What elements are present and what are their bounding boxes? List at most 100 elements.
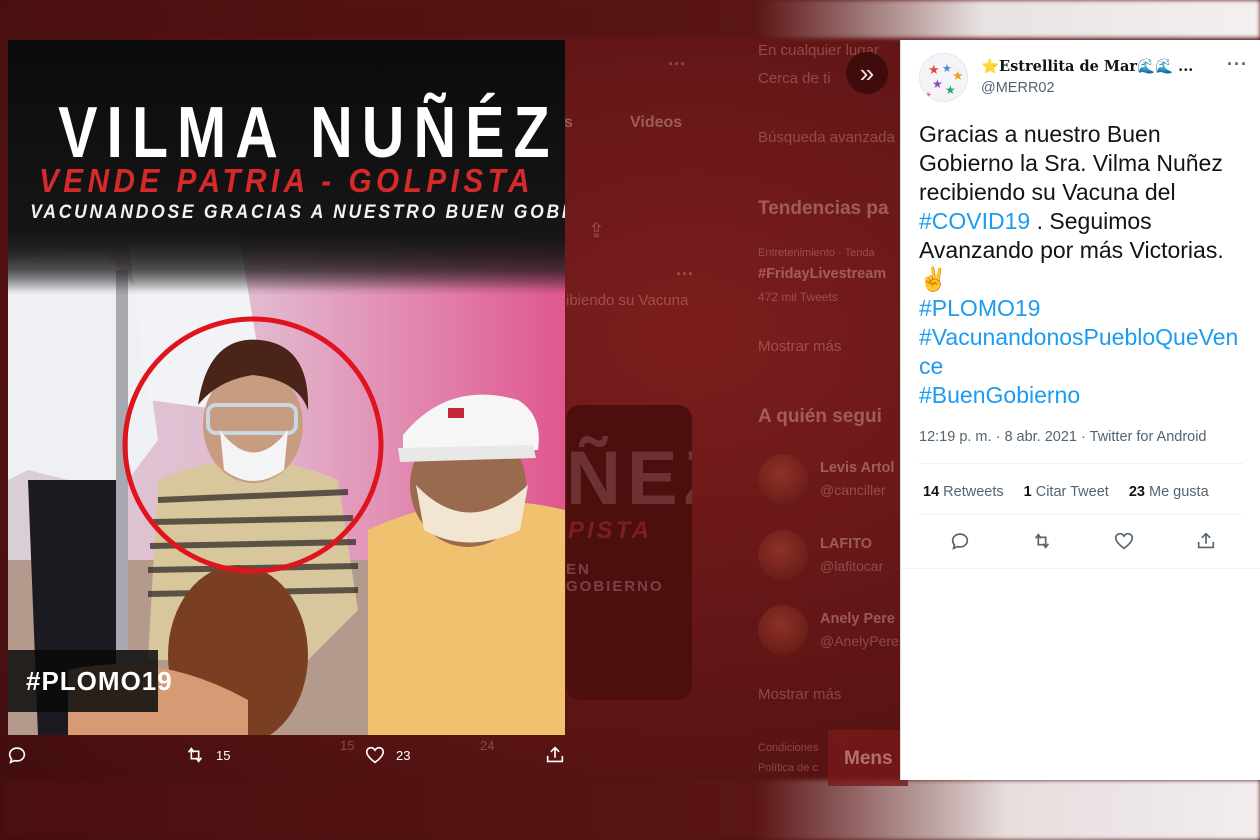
trends-title: Tendencias pa [758,198,889,219]
divider [901,568,1260,569]
tweet-source[interactable]: Twitter for Android [1090,429,1207,445]
likes-stat[interactable]: 23 Me gusta [1129,484,1209,500]
author-display-name[interactable]: ⭐Estrellita de Mar🌊🌊 ... [981,58,1211,75]
retweets-stat[interactable]: 14 Retweets [923,484,1004,500]
heart-icon [1114,532,1134,550]
tab-ghost[interactable]: s [564,114,573,132]
ghost-poster-line-3: EN GOBIERNO [566,561,664,595]
follow-name-1[interactable]: Levis Artol [820,460,894,476]
more-options-icon[interactable]: ··· [1227,54,1248,75]
tweet-action-bar [901,530,1260,560]
more-icon-ghost: ··· [668,54,686,74]
retweet-button[interactable] [1031,530,1055,554]
victory-hand-emoji: ✌ [919,266,948,292]
svg-text:★: ★ [945,83,956,97]
who-to-follow-title: A quién segui [758,406,882,427]
heart-icon [365,746,385,764]
divider [919,514,1243,515]
share-icon [1197,532,1215,549]
author-handle[interactable]: @MERR02 [981,80,1055,96]
show-more-trends[interactable]: Mostrar más [758,338,841,355]
quotes-stat[interactable]: 1 Citar Tweet [1024,484,1109,500]
ghost-poster-line-2: PISTA [568,517,652,544]
tweet-body: Gracias a nuestro Buen Gobierno la Sra. … [919,120,1251,410]
svg-text:★: ★ [932,77,943,91]
trend-count: 472 mil Tweets [758,290,838,304]
poster-subtitle: VENDE PATRIA - GOLPISTA [38,162,535,199]
tweet-time[interactable]: 12:19 p. m. [919,429,992,445]
background-poster-thumbnail: ÑEZ PISTA EN GOBIERNO [566,405,692,700]
share-icon [546,746,564,763]
double-chevron-right-icon: » [859,58,875,88]
likes-label: Me gusta [1148,484,1209,500]
tab-videos[interactable]: Videos [630,114,682,132]
likes-count: 23 [1128,484,1145,500]
poster-caption: VACUNANDOSE GRACIAS A NUESTRO BUEN GOBIE… [30,202,565,223]
reply-icon [951,533,969,550]
tweet-text-fragment: . Seguimos [1030,208,1152,234]
quotes-count: 1 [1023,484,1032,500]
tweet-text-line: Avanzando por más Victorias. [919,237,1224,263]
hashtag-buengobierno[interactable]: #BuenGobierno [919,381,1251,410]
hashtag-vacunandonos[interactable]: #VacunandonosPuebloQueVen [919,323,1251,352]
tweet-text-line: Gracias a nuestro Buen [919,121,1161,147]
follow-avatar-2[interactable] [758,530,808,580]
quotes-label: Citar Tweet [1035,484,1109,500]
reply-icon [8,747,26,764]
starfish-avatar-image: ★ ★ ★ ★ ★ ★ [920,54,967,101]
media-reply-button[interactable] [6,744,38,766]
explore-link-nearby[interactable]: Cerca de ti [758,70,831,87]
media-like-count: 23 [396,747,411,763]
tweet-date[interactable]: 8 abr. 2021 [1004,429,1077,445]
divider [919,463,1243,464]
follow-handle-2: @lafitocar [820,558,884,574]
retweet-icon [1034,533,1050,549]
media-like-button[interactable]: 23 [364,744,410,766]
show-more-follow[interactable]: Mostrar más [758,686,841,703]
media-action-bar: 15 23 [0,744,570,780]
media-retweet-count: 15 [216,747,231,763]
background-snippet: ibiendo su Vacuna [566,292,689,309]
trend-meta: Entretenimiento · Tenda [758,247,875,259]
retweets-count: 14 [923,484,940,500]
follow-name-3[interactable]: Anely Pere [820,611,895,627]
retweet-icon [187,747,203,763]
next-image-button[interactable]: » [846,52,888,94]
poster-hashtag-badge: #PLOMO19 [8,650,172,712]
trend-tag[interactable]: #FridayLivestream [758,266,886,282]
tweet-text-line: #COVID19 . Seguimos [919,207,1251,236]
tweet-stats: 14 Retweets 1 Citar Tweet 23 Me gusta [923,484,1209,500]
svg-text:★: ★ [924,90,932,100]
media-share-button[interactable] [544,744,566,766]
hashtag-vacunandonos-wrap[interactable]: ce [919,352,1251,381]
explore-link-advanced-search[interactable]: Búsqueda avanzada [758,129,895,146]
hashtag-covid19[interactable]: #COVID19 [919,208,1030,234]
messages-drawer[interactable]: Mens [828,730,908,786]
reply-button[interactable] [949,530,973,554]
follow-name-2[interactable]: LAFITO [820,536,872,552]
tweet-metadata: 12:19 p. m. · 8 abr. 2021 · Twitter for … [919,429,1207,445]
more-icon-ghost-2: ··· [676,264,694,284]
background-top-bar [0,0,1260,38]
hashtag-plomo19[interactable]: #PLOMO19 [919,294,1251,323]
like-button[interactable] [1113,530,1137,554]
author-avatar[interactable]: ★ ★ ★ ★ ★ ★ [919,53,968,102]
meta-separator: · [1077,429,1090,445]
retweets-label: Retweets [943,484,1004,500]
share-button[interactable] [1195,530,1219,554]
svg-text:★: ★ [942,63,952,75]
tweet-text-line: recibiendo su Vacuna del [919,179,1176,205]
footer-link-terms[interactable]: Condiciones [758,742,819,754]
follow-avatar-3[interactable] [758,605,808,655]
share-icon-ghost: ⇪ [588,220,605,242]
tweet-text-line: Gobierno la Sra. Vilma Nuñez [919,150,1223,176]
follow-handle-1: @canciller [820,482,886,498]
svg-text:★: ★ [928,62,940,77]
follow-handle-3: @AnelyPere [820,633,899,649]
follow-avatar-1[interactable] [758,454,808,504]
svg-text:★: ★ [952,68,964,83]
tweet-media-image[interactable]: VILMA NUÑÉZ VENDE PATRIA - GOLPISTA VACU… [8,40,565,735]
meta-separator: · [991,429,1005,445]
media-retweet-button[interactable]: 15 [184,744,230,766]
footer-link-privacy[interactable]: Política de c [758,762,818,774]
